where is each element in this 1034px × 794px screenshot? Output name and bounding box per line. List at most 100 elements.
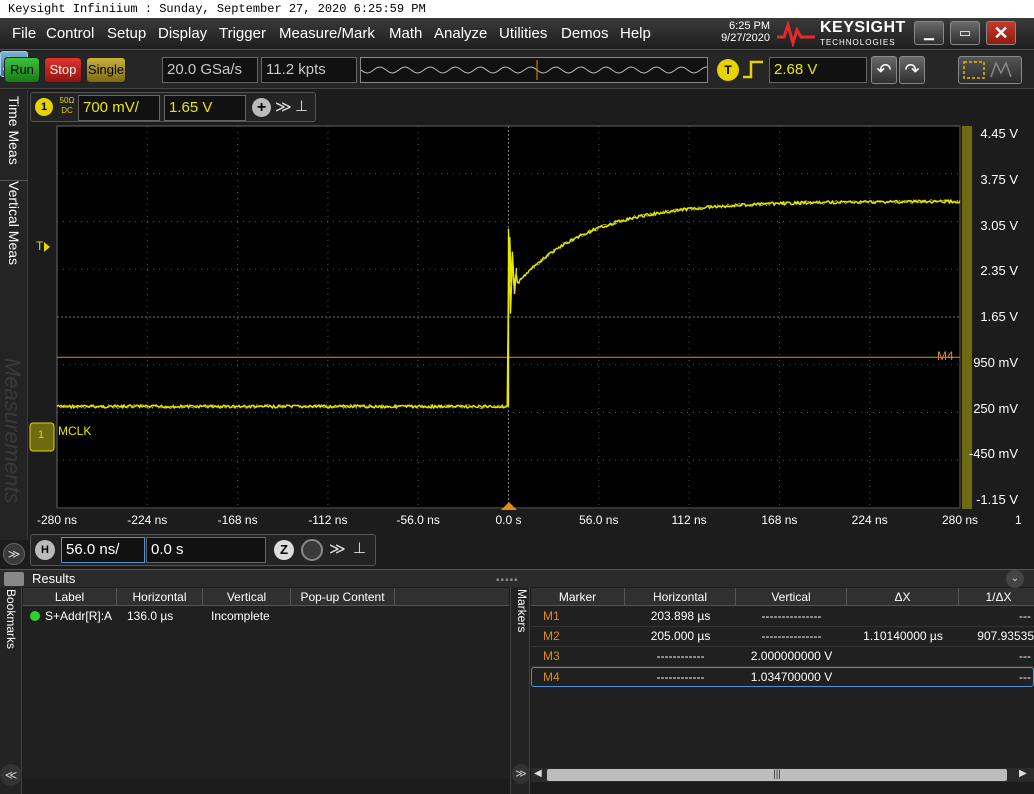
results-col-horizontal[interactable]: Horizontal bbox=[117, 588, 203, 606]
menu-file[interactable]: File bbox=[12, 25, 36, 42]
side-panel-expand-button[interactable]: ≫ bbox=[3, 543, 25, 565]
zoom-icon[interactable]: Z bbox=[274, 540, 294, 560]
impedance-label: 50Ω bbox=[59, 96, 75, 105]
results-icon bbox=[4, 572, 24, 586]
pin-icon[interactable]: ⊥ bbox=[295, 97, 308, 115]
menu-display[interactable]: Display bbox=[158, 25, 207, 42]
v-axis-tick-label: 950 mV bbox=[973, 354, 1018, 370]
waveform-navigator[interactable] bbox=[360, 57, 708, 83]
table-row[interactable]: S+Addr[R]:A 136.0 µs Incomplete bbox=[23, 607, 509, 626]
tab-measurements-label: Measurements bbox=[0, 358, 25, 504]
pin-icon[interactable]: ⊥ bbox=[353, 539, 366, 557]
tab-time-meas[interactable]: Time Meas bbox=[0, 96, 28, 180]
marker-horizontal: 203.898 µs bbox=[650, 609, 711, 623]
menu-trigger[interactable]: Trigger bbox=[219, 25, 266, 42]
menu-utilities[interactable]: Utilities bbox=[499, 25, 547, 42]
tab-measurements[interactable]: Measurements bbox=[0, 358, 28, 528]
sample-rate-field[interactable]: 20.0 GSa/s bbox=[162, 57, 258, 83]
minimize-button[interactable]: ▁ bbox=[914, 21, 944, 45]
horizontal-badge[interactable]: H bbox=[35, 540, 55, 560]
waveform-display[interactable]: T 1 MCLK M4 4.45 V 3.75 V 3.05 V 2.35 V 1.65… bbox=[28, 124, 1034, 534]
table-row-selected[interactable]: M4 ------------ 1.034700000 V --- bbox=[531, 667, 1034, 687]
markers-col-marker[interactable]: Marker bbox=[531, 588, 625, 606]
menu-help[interactable]: Help bbox=[620, 25, 651, 42]
trigger-badge[interactable]: T bbox=[717, 59, 739, 81]
result-label: S+Addr[R]:A bbox=[45, 609, 113, 623]
tab-bookmarks[interactable]: Bookmarks bbox=[0, 587, 22, 794]
tab-markers[interactable]: Markers bbox=[510, 587, 530, 794]
keysight-logo: KEYSIGHT TECHNOLOGIES bbox=[776, 19, 908, 49]
splitter-grip[interactable]: ▪▪▪▪▪ bbox=[496, 575, 519, 586]
trigger-level-field[interactable]: 2.68 V bbox=[769, 57, 867, 83]
zoom-tool-button[interactable] bbox=[958, 56, 1022, 84]
rising-edge-icon[interactable] bbox=[741, 59, 765, 81]
trigger-level-marker[interactable]: T bbox=[36, 239, 43, 253]
h-axis-tick-label: -168 ns bbox=[217, 513, 258, 527]
marker-name: M3 bbox=[543, 649, 560, 663]
v-axis-tick-label: -1.15 V bbox=[976, 492, 1018, 507]
marker-dx bbox=[847, 647, 959, 666]
scrollbar-thumb[interactable]: ||| bbox=[547, 769, 1007, 781]
maximize-button[interactable]: ▭ bbox=[950, 21, 980, 45]
marker-horizontal: ------------ bbox=[656, 670, 705, 684]
tab-vertical-meas[interactable]: Vertical Meas bbox=[0, 180, 28, 276]
menu-math[interactable]: Math bbox=[389, 25, 422, 42]
clock-time: 6:25 PM bbox=[729, 20, 770, 32]
channel-1-badge[interactable]: 1 bbox=[35, 98, 53, 116]
marker-vertical: 1.034700000 V bbox=[750, 670, 833, 684]
menu-control[interactable]: Control bbox=[46, 25, 94, 42]
clock: 6:25 PM 9/27/2020 bbox=[700, 20, 770, 44]
expand-icon[interactable]: ≫ bbox=[275, 97, 292, 117]
ground-label: 1 bbox=[38, 429, 45, 441]
table-row[interactable]: M3 ------------ 2.000000000 V --- bbox=[531, 647, 1034, 667]
single-button[interactable]: Single bbox=[86, 57, 126, 83]
menu-bar: File Control Setup Display Trigger Measu… bbox=[0, 18, 1034, 50]
v-axis-tick-label: -450 mV bbox=[968, 446, 1018, 462]
marker-name: M4 bbox=[543, 670, 560, 684]
marker-dx bbox=[847, 607, 959, 626]
horizontal-position-field[interactable]: 0.0 s bbox=[146, 537, 266, 563]
table-row[interactable]: M1 203.898 µs --------------- --- bbox=[531, 607, 1034, 627]
scroll-right-icon[interactable]: ▶ bbox=[1019, 768, 1027, 779]
markers-col-vertical[interactable]: Vertical bbox=[736, 588, 847, 606]
undo-button[interactable]: ↶ bbox=[871, 56, 897, 84]
marker-inv-dx: --- bbox=[1019, 649, 1031, 663]
collapse-icon[interactable]: ⌄ bbox=[1006, 570, 1024, 588]
results-col-popup[interactable]: Pop-up Content bbox=[291, 588, 395, 606]
knob-icon[interactable] bbox=[301, 539, 323, 561]
menu-analyze[interactable]: Analyze bbox=[434, 25, 487, 42]
results-col-vertical[interactable]: Vertical bbox=[203, 588, 291, 606]
scroll-left-icon[interactable]: ◀ bbox=[534, 768, 542, 779]
expand-icon[interactable]: ≫ bbox=[329, 539, 346, 559]
result-vertical: Incomplete bbox=[211, 609, 270, 623]
results-col-blank bbox=[395, 588, 509, 606]
markers-col-dx[interactable]: ΔX bbox=[847, 588, 959, 606]
results-title: Results bbox=[32, 571, 76, 586]
marker-m4-label[interactable]: M4 bbox=[937, 349, 954, 363]
menu-demos[interactable]: Demos bbox=[561, 25, 609, 42]
markers-horizontal-scrollbar[interactable]: ◀ ||| ▶ bbox=[531, 768, 1034, 782]
h-axis-tick-label: -112 ns bbox=[308, 513, 348, 527]
markers-table: Marker Horizontal Vertical ΔX 1/ΔX M1 20… bbox=[531, 588, 1034, 768]
left-tab-strip: Time Meas Vertical Meas Measurements bbox=[0, 90, 28, 540]
table-row[interactable]: M2 205.000 µs --------------- 1.10140000… bbox=[531, 627, 1034, 647]
memory-depth-field[interactable]: 11.2 kpts bbox=[261, 57, 357, 83]
menu-measure-mark[interactable]: Measure/Mark bbox=[279, 25, 375, 42]
menu-setup[interactable]: Setup bbox=[107, 25, 146, 42]
horizontal-scale-field[interactable]: 56.0 ns/ bbox=[61, 537, 145, 563]
marker-inv-dx: --- bbox=[1019, 609, 1031, 623]
vertical-scale-field[interactable]: 700 mV/ bbox=[78, 95, 160, 121]
results-expand-button[interactable]: ≪ bbox=[0, 764, 22, 786]
markers-col-inv-dx[interactable]: 1/ΔX bbox=[959, 588, 1034, 606]
vertical-offset-field[interactable]: 1.65 V bbox=[164, 95, 246, 121]
markers-col-horizontal[interactable]: Horizontal bbox=[625, 588, 736, 606]
close-button[interactable]: ✕ bbox=[986, 21, 1016, 45]
run-button[interactable]: Run bbox=[4, 57, 40, 83]
markers-expand-button[interactable]: ≫ bbox=[512, 764, 530, 784]
brand-name: KEYSIGHT bbox=[820, 19, 906, 36]
channel-impedance: 50Ω DC bbox=[58, 96, 76, 116]
redo-button[interactable]: ↷ bbox=[899, 56, 925, 84]
add-channel-button[interactable]: + bbox=[252, 98, 271, 117]
stop-button[interactable]: Stop bbox=[44, 57, 82, 83]
results-col-label[interactable]: Label bbox=[23, 588, 117, 606]
